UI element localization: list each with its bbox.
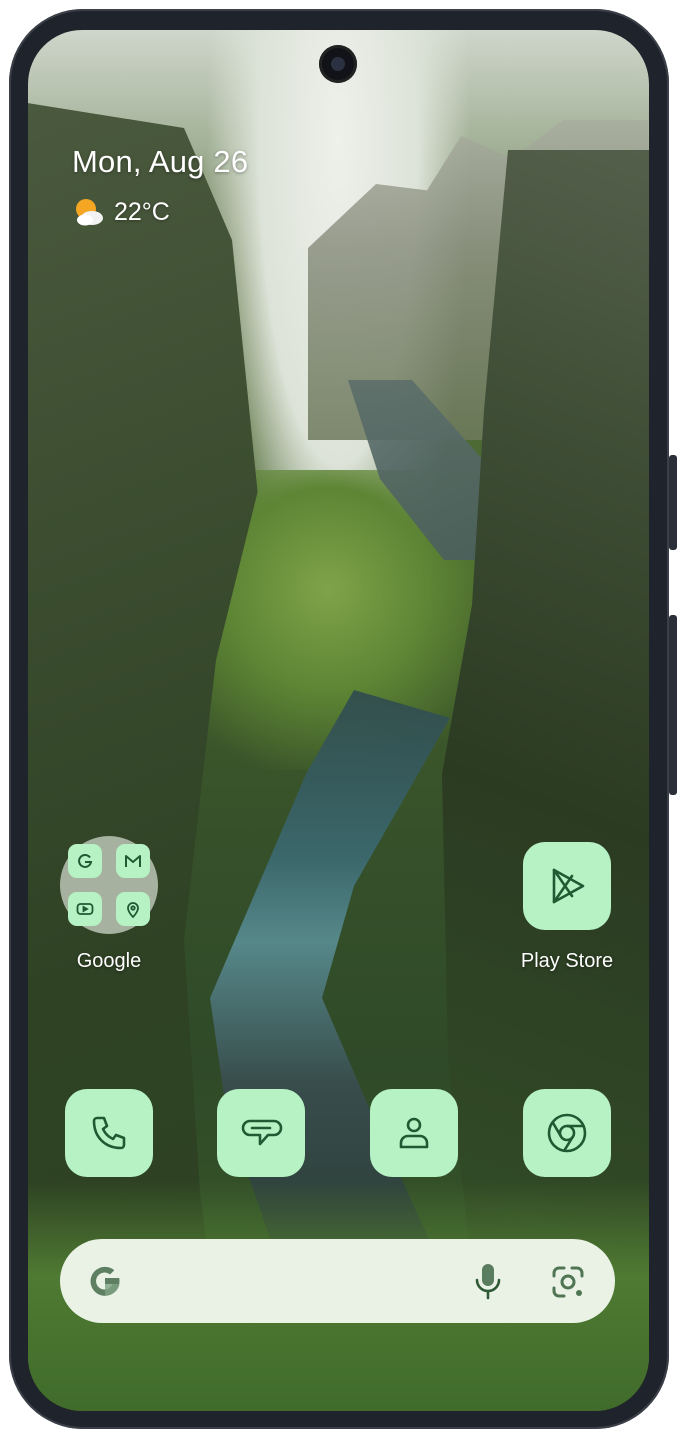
- play-store-icon: [552, 868, 585, 904]
- play-store-label: Play Store: [520, 950, 614, 972]
- chrome-icon: [547, 1113, 587, 1153]
- dock-phone-app[interactable]: [65, 1089, 153, 1177]
- lens-icon[interactable]: [547, 1261, 589, 1303]
- maps-icon: [116, 892, 150, 926]
- contacts-tile: [370, 1089, 458, 1177]
- play-store-tile: [523, 842, 611, 930]
- date-text[interactable]: Mon, Aug 26: [72, 144, 248, 180]
- messages-icon: [241, 1119, 283, 1146]
- google-folder[interactable]: Google: [60, 836, 158, 972]
- partly-cloudy-sun-icon: [72, 196, 104, 228]
- youtube-icon: [68, 892, 102, 926]
- home-screen: [28, 30, 649, 1411]
- search-bar[interactable]: [60, 1239, 615, 1323]
- phone-tile: [65, 1089, 153, 1177]
- google-folder-label: Google: [76, 950, 142, 972]
- front-camera: [319, 45, 357, 83]
- dock-contacts-app[interactable]: [370, 1089, 458, 1177]
- contacts-icon: [399, 1117, 429, 1149]
- weather-widget[interactable]: 22°C: [72, 196, 170, 228]
- google-icon: [68, 844, 102, 878]
- dock-messages-app[interactable]: [217, 1089, 305, 1177]
- mic-icon[interactable]: [468, 1259, 508, 1303]
- chrome-tile: [523, 1089, 611, 1177]
- dock-chrome-app[interactable]: [523, 1089, 611, 1177]
- power-button: [669, 455, 677, 550]
- play-store-app[interactable]: Play Store: [521, 842, 613, 972]
- gmail-icon: [116, 844, 150, 878]
- temperature-text: 22°C: [114, 197, 170, 226]
- messages-tile: [217, 1089, 305, 1177]
- google-g-icon: [84, 1260, 126, 1302]
- phone-icon: [92, 1116, 126, 1150]
- volume-button: [669, 615, 677, 795]
